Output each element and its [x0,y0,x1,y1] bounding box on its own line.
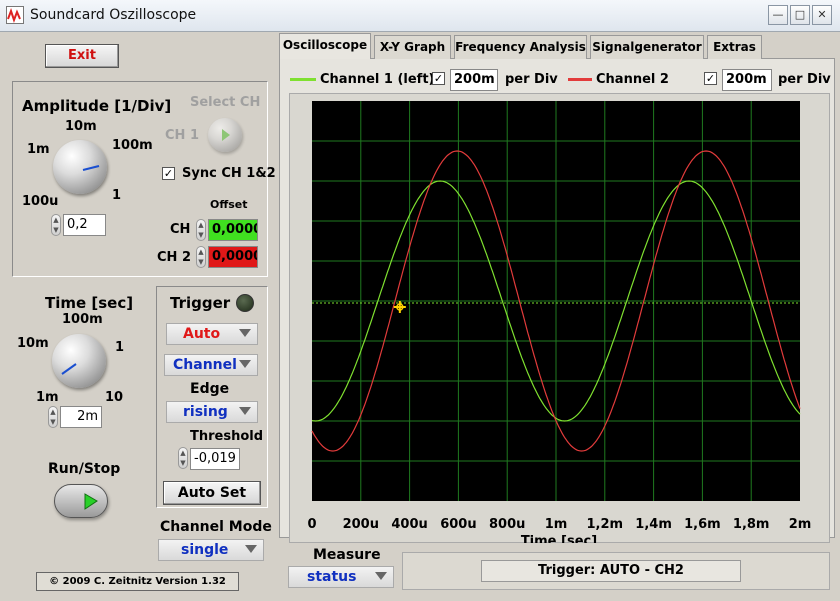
exit-button[interactable]: Exit [45,44,119,68]
offset-ch2-input[interactable]: 0,0000 [208,246,258,268]
channel-mode-value: single [181,542,229,558]
amp-label-10m: 10m [65,119,97,134]
ch2-per-div-label: per Div [778,72,831,87]
ch1-scale-input[interactable]: 200m [450,69,498,91]
copyright-label: © 2009 C. Zeitnitz Version 1.32 [36,572,239,591]
ch2-scale-input[interactable]: 200m [722,69,772,91]
x-tick-label: 2m [789,517,812,532]
x-tick-label: 1,6m [684,517,721,532]
offset-title: Offset [210,198,248,211]
edge-dropdown[interactable]: rising [166,401,258,423]
ch1-legend-line [290,78,316,81]
trigger-panel [156,286,268,508]
offset-ch2-label: CH 2 [157,250,191,265]
time-title: Time [sec] [45,294,134,312]
x-tick-label: 0 [307,517,316,532]
x-axis-label: Time [sec] [521,534,597,543]
channel-mode-dropdown[interactable]: single [158,539,264,561]
x-tick-label: 400u [391,517,427,532]
sync-checkbox[interactable]: ✓ [162,167,175,180]
select-ch-title: Select CH [190,95,261,110]
offset-ch1-input[interactable]: 0,0000 [208,219,258,241]
amp-label-100m: 100m [112,138,153,153]
time-label-1: 1 [115,340,125,355]
x-tick-label: 600u [440,517,476,532]
chevron-down-icon [239,329,251,337]
x-tick-label: 1,2m [587,517,624,532]
time-label-100m: 100m [62,312,103,327]
tab-xy-graph[interactable]: X-Y Graph [374,35,451,59]
threshold-input[interactable]: -0,019 [190,448,240,470]
time-label-1m: 1m [36,390,59,405]
x-tick-label: 800u [489,517,525,532]
x-tick-labels: 0 200u 400u 600u 800u 1m 1,2m 1,4m 1,6m 1,8m 2m [307,517,811,532]
x-tick-label: 1,8m [733,517,770,532]
amplitude-knob[interactable] [53,140,107,194]
sync-label: Sync CH 1&2 [182,166,276,181]
title-bar: Soundcard Oszilloscope — □ ✕ [0,0,840,32]
edge-title: Edge [190,381,230,397]
amplitude-title: Amplitude [1/Div] [22,97,172,115]
ch2-legend-line [568,78,592,81]
close-button[interactable]: ✕ [812,5,832,25]
select-ch1-label: CH 1 [165,128,199,143]
measure-dropdown[interactable]: status [288,566,394,588]
select-ch-toggle[interactable] [208,118,242,152]
time-knob[interactable] [52,334,106,388]
oscilloscope-chart[interactable]: 0 200u 400u 600u 800u 1m 1,2m 1,4m 1,6m 1,8m 2m Ti… [289,93,830,543]
run-stop-button[interactable] [54,484,108,518]
minimize-button[interactable]: — [768,5,788,25]
ch1-enable-checkbox[interactable]: ✓ [432,72,445,85]
offset-ch1-spinner[interactable]: ▲ ▼ [196,219,206,241]
threshold-title: Threshold [190,429,264,444]
threshold-spinner[interactable]: ▲ ▼ [178,447,188,469]
auto-set-button[interactable]: Auto Set [163,481,261,505]
trigger-source-dropdown[interactable]: Channel [164,354,258,376]
x-tick-label: 200u [343,517,379,532]
channel-mode-title: Channel Mode [160,519,272,535]
ch1-legend-name: Channel 1 (left) [320,72,435,87]
trigger-mode-dropdown[interactable]: Auto [166,323,258,345]
amplitude-value-input[interactable]: 0,2 [63,214,106,236]
offset-ch1-label: CH [170,222,191,237]
window-title: Soundcard Oszilloscope [30,7,197,23]
chevron-down-icon [245,545,257,553]
tab-extras[interactable]: Extras [707,35,762,59]
chevron-down-icon [239,360,251,368]
tab-signalgenerator[interactable]: Signalgenerator [590,35,704,59]
tab-oscilloscope[interactable]: Oscilloscope [279,33,371,59]
amp-label-100u: 100u [22,194,59,209]
trigger-source-value: Channel [173,357,237,373]
edge-value: rising [183,404,228,420]
trigger-title: Trigger [170,294,231,312]
tab-frequency-analysis[interactable]: Frequency Analysis [454,35,587,59]
ch2-legend-name: Channel 2 [596,72,669,87]
trigger-mode-value: Auto [183,326,221,342]
measure-value: status [307,569,357,585]
x-tick-label: 1,4m [635,517,672,532]
time-spinner[interactable]: ▲ ▼ [48,406,58,428]
time-value-input[interactable]: 2m [60,406,102,428]
chevron-down-icon [375,572,387,580]
trigger-status-text: Trigger: AUTO - CH2 [481,560,741,582]
trigger-led [236,294,254,312]
chevron-down-icon [239,407,251,415]
amp-label-1: 1 [112,188,122,203]
time-label-10: 10 [105,390,124,405]
measure-title: Measure [313,547,381,563]
x-tick-label: 1m [545,517,568,532]
offset-ch2-spinner[interactable]: ▲ ▼ [196,246,206,268]
ch1-per-div-label: per Div [505,72,558,87]
time-label-10m: 10m [17,336,49,351]
maximize-button[interactable]: □ [790,5,810,25]
amplitude-spinner[interactable]: ▲ ▼ [51,214,61,236]
ch2-enable-checkbox[interactable]: ✓ [704,72,717,85]
run-stop-label: Run/Stop [48,461,121,477]
app-icon [6,6,24,24]
amp-label-1m: 1m [27,142,50,157]
